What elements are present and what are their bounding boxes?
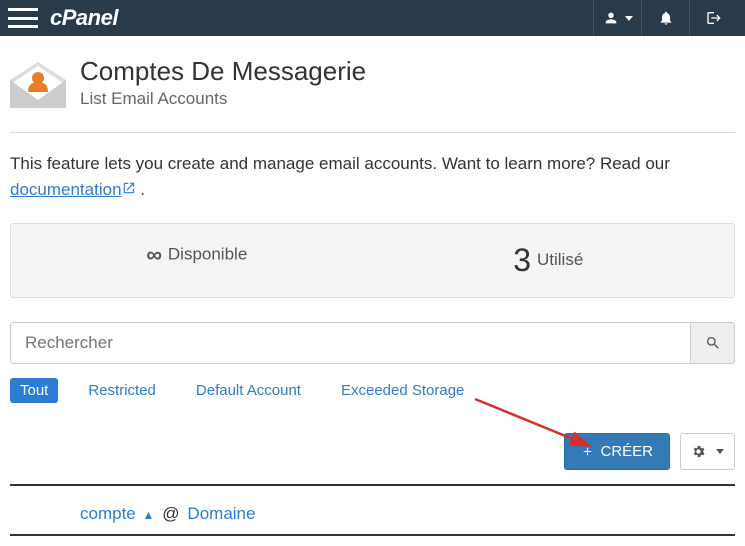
user-menu[interactable] [593, 0, 641, 36]
caret-down-icon [625, 16, 633, 21]
gear-icon [691, 444, 706, 459]
caret-down-icon [716, 449, 724, 454]
logout-button[interactable] [689, 0, 737, 36]
stat-available: ∞ Disponible [21, 242, 373, 279]
search-input[interactable] [10, 322, 691, 364]
infinity-icon: ∞ [146, 242, 162, 267]
search-row [10, 322, 735, 364]
page-header: Comptes De Messagerie List Email Account… [10, 46, 735, 133]
plus-icon [581, 445, 594, 458]
column-domain[interactable]: Domaine [187, 504, 255, 523]
action-row: CRÉER [10, 433, 735, 486]
cpanel-logo[interactable]: cPanel [50, 5, 118, 31]
logout-icon [706, 10, 722, 26]
page-subtitle: List Email Accounts [80, 89, 366, 109]
used-value: 3 [513, 242, 531, 278]
at-symbol: @ [162, 504, 179, 523]
external-link-icon [122, 177, 136, 203]
page-title: Comptes De Messagerie [80, 56, 366, 87]
create-button[interactable]: CRÉER [564, 433, 670, 470]
top-header: cPanel [0, 0, 745, 36]
stat-used: 3 Utilisé [373, 242, 725, 279]
main-content: Comptes De Messagerie List Email Account… [0, 36, 745, 546]
column-account[interactable]: compte ▲ [80, 504, 154, 523]
settings-button[interactable] [680, 433, 735, 470]
stats-box: ∞ Disponible 3 Utilisé [10, 223, 735, 298]
bell-icon [658, 10, 674, 26]
documentation-link[interactable]: documentation [10, 180, 136, 199]
search-icon [705, 335, 721, 351]
sort-asc-icon: ▲ [142, 508, 154, 522]
table-header: compte ▲ @ Domaine [10, 496, 735, 536]
filter-restricted[interactable]: Restricted [78, 378, 166, 403]
filter-exceeded-storage[interactable]: Exceeded Storage [331, 378, 474, 403]
notifications-button[interactable] [641, 0, 689, 36]
user-icon [603, 10, 619, 26]
filter-all[interactable]: Tout [10, 378, 58, 403]
used-label: Utilisé [537, 250, 583, 269]
menu-icon[interactable] [8, 6, 38, 30]
search-button[interactable] [691, 322, 735, 364]
available-label: Disponible [168, 244, 247, 263]
filter-tabs: Tout Restricted Default Account Exceeded… [10, 378, 735, 403]
filter-default-account[interactable]: Default Account [186, 378, 311, 403]
intro-text: This feature lets you create and manage … [10, 133, 735, 223]
mail-icon [10, 60, 66, 116]
